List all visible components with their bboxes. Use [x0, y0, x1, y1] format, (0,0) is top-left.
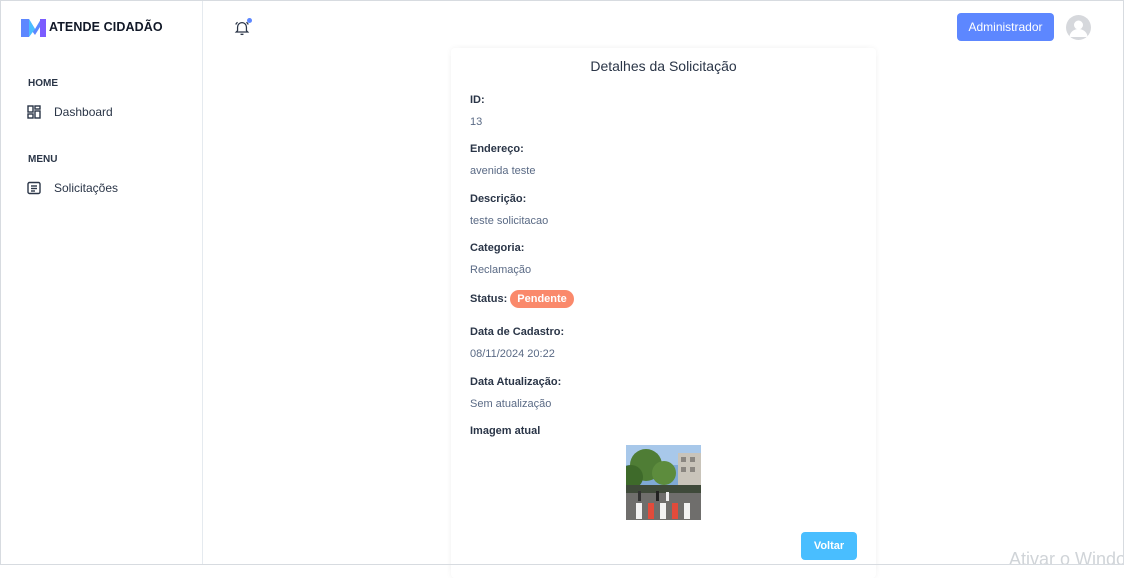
sidebar-item-solicitacoes[interactable]: Solicitações [27, 181, 118, 195]
updated-value: Sem atualização [470, 398, 552, 410]
sidebar-item-label: Dashboard [54, 105, 113, 119]
id-label: ID: [470, 94, 485, 106]
description-label: Descrição: [470, 193, 527, 205]
notifications-button[interactable] [234, 18, 252, 36]
sidebar-item-label: Solicitações [54, 181, 119, 195]
list-icon [27, 181, 41, 195]
street-photo [626, 445, 701, 520]
sidebar: ATENDE CIDADÃO HOME Dashboard MENU Solic… [0, 0, 203, 565]
request-image [626, 445, 701, 520]
created-label: Data de Cadastro: [470, 326, 565, 338]
category-label: Categoria: [470, 242, 525, 254]
image-label: Imagem atual [470, 425, 541, 437]
windows-activation-watermark: Ativar o Windows [1009, 549, 1124, 569]
created-value: 08/11/2024 20:22 [470, 348, 555, 360]
category-value: Reclamação [470, 264, 532, 276]
page-title: Detalhes da Solicitação [590, 58, 737, 74]
nav-section-menu: MENU [28, 154, 58, 165]
sidebar-item-dashboard[interactable]: Dashboard [27, 105, 113, 119]
id-value: 13 [470, 116, 483, 128]
status-label: Status: [470, 293, 508, 305]
back-button[interactable]: Voltar [801, 532, 857, 560]
brand-logo-icon [21, 19, 46, 37]
status-badge: Pendente [510, 290, 574, 308]
status-row: Status: Pendente [470, 290, 574, 308]
address-label: Endereço: [470, 143, 524, 155]
dashboard-icon [27, 105, 41, 119]
avatar[interactable] [1066, 15, 1091, 40]
brand-name: ATENDE CIDADÃO [49, 20, 163, 34]
updated-label: Data Atualização: [470, 376, 562, 388]
avatar-icon [1069, 20, 1088, 37]
details-card: Detalhes da Solicitação ID: 13 Endereço:… [451, 48, 876, 578]
notification-dot [247, 18, 252, 23]
description-value: teste solicitacao [470, 215, 549, 227]
address-value: avenida teste [470, 165, 536, 177]
nav-section-home: HOME [28, 78, 58, 89]
administrador-button[interactable]: Administrador [957, 13, 1054, 41]
brand[interactable]: ATENDE CIDADÃO [21, 17, 163, 37]
